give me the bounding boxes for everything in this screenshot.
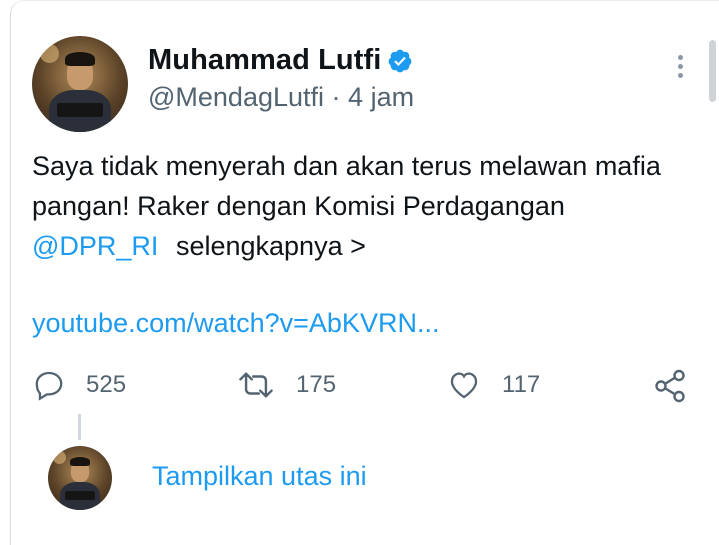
show-thread-link[interactable]: Tampilkan utas ini [152,461,367,492]
separator-dot: · [331,82,341,112]
scrollbar[interactable] [709,40,716,102]
author-display-name[interactable]: Muhammad Lutfi [148,44,381,77]
read-more-link[interactable]: selengkapnya > [176,231,366,261]
tweet-text-body: Saya tidak menyerah dan akan terus melaw… [32,151,661,221]
reply-count: 525 [86,371,127,398]
author-name-row[interactable]: Muhammad Lutfi [148,44,413,77]
reply-icon [35,371,63,401]
retweet-icon [239,372,273,398]
retweet-button[interactable]: 175 [236,368,336,402]
thread-author-avatar[interactable] [48,446,112,510]
reply-button[interactable]: 525 [32,368,126,402]
retweet-count: 175 [296,371,337,398]
like-count: 117 [502,371,541,398]
author-handle[interactable]: @MendagLutfi [148,82,324,112]
mention-link[interactable]: @DPR_RI [32,231,158,261]
more-options-icon[interactable] [668,52,692,82]
verified-badge-icon [389,49,412,72]
author-avatar[interactable] [32,36,128,132]
thread-connector-line [78,414,81,440]
author-handle-row: @MendagLutfi · 4 jam [148,82,414,113]
tweet-time[interactable]: 4 jam [348,82,414,112]
share-icon [655,369,685,403]
like-button[interactable]: 117 [446,368,540,402]
like-icon [450,372,478,399]
external-link[interactable]: youtube.com/watch?v=AbKVRN... [32,308,439,339]
tweet-text: Saya tidak menyerah dan akan terus melaw… [32,146,672,266]
share-button[interactable] [652,368,688,404]
